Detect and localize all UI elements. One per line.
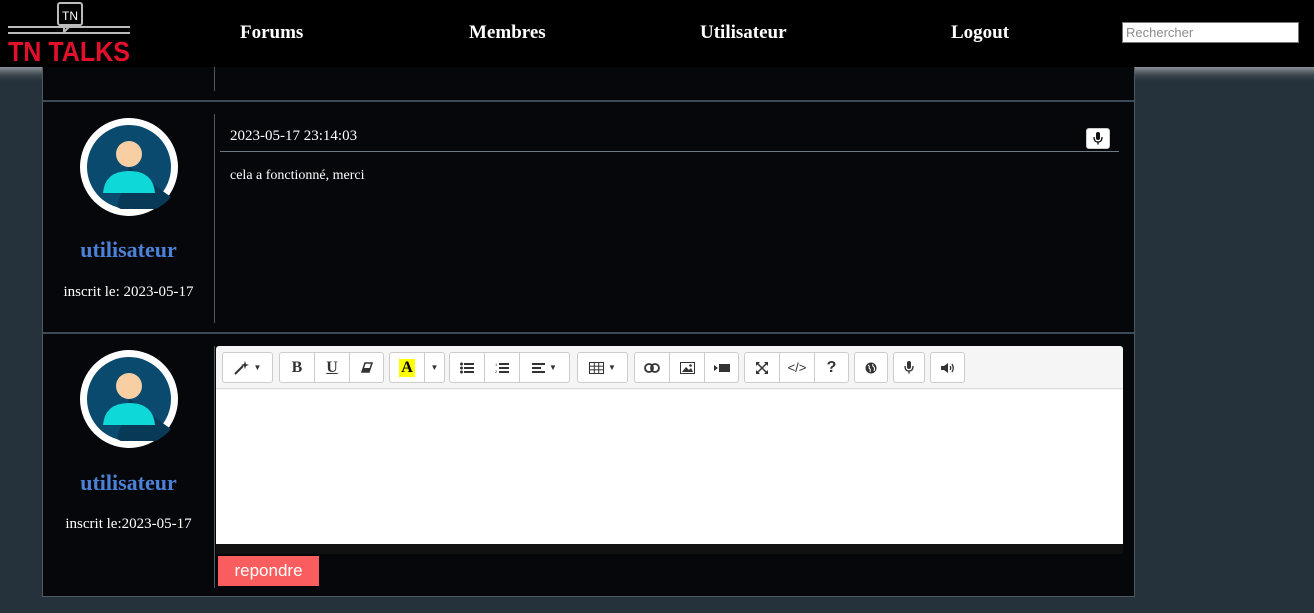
post-separator [43,100,1134,102]
speak-button[interactable] [930,352,965,383]
svg-text:2: 2 [495,369,498,374]
speaker-icon [940,362,954,373]
nav-utilisateur[interactable]: Utilisateur [700,22,787,44]
reply-author-name[interactable]: utilisateur [43,470,214,496]
underline-button[interactable]: U [314,352,350,383]
unordered-list-button[interactable] [449,352,485,383]
text-color-button[interactable]: A [389,352,425,383]
align-icon [532,362,546,373]
column-divider [214,346,215,588]
editor-resize-bar[interactable] [216,544,1123,554]
chevron-down-icon: ▼ [549,363,557,372]
nav-logout[interactable]: Logout [951,22,1009,44]
reply-button[interactable]: repondre [218,556,319,586]
svg-text:TN TALKS: TN TALKS [8,36,130,64]
unordered-list-icon [460,362,474,373]
image-icon [679,361,695,374]
table-button[interactable]: ▼ [577,352,628,383]
read-aloud-button[interactable] [1086,128,1110,149]
column-divider [214,67,215,91]
top-navbar: TN TN TALKS Forums Membres Utilisateur L… [0,0,1314,67]
reply-author-joined: inscrit le:2023-05-17 [65,516,192,532]
search-input[interactable] [1122,22,1299,43]
reply-textarea[interactable] [216,390,1123,544]
style-button[interactable]: ▼ [222,352,273,383]
avatar [80,118,178,216]
video-button[interactable] [704,352,739,383]
svg-text:TN: TN [62,9,78,23]
svg-text:1: 1 [495,362,498,367]
globe-icon [865,362,877,373]
avatar [80,350,178,448]
bold-button[interactable]: B [279,352,315,383]
column-divider [214,114,215,323]
chevron-down-icon: ▼ [430,363,439,372]
text-color-dropdown[interactable]: ▼ [424,352,445,383]
code-view-icon: </> [787,360,807,375]
help-icon: ? [826,358,837,376]
fullscreen-button[interactable] [744,352,780,383]
bold-icon: B [291,358,303,376]
paragraph-align-button[interactable]: ▼ [519,352,570,383]
translate-button[interactable] [854,352,888,383]
dictation-button[interactable] [893,352,925,383]
nav-membres[interactable]: Membres [469,22,546,44]
editor-toolbar: ▼ B U A ▼ 1 2 ▼ ▼ </> ? [216,346,1123,389]
eraser-icon [360,362,373,373]
chevron-down-icon: ▼ [608,363,616,372]
microphone-icon [904,361,914,374]
link-button[interactable] [634,352,670,383]
post-body: cela a fonctionné, merci [230,168,365,183]
user-avatar-icon [87,357,171,441]
underline-icon: U [326,358,338,376]
user-avatar-icon [87,125,171,209]
ordered-list-button[interactable]: 1 2 [484,352,520,383]
table-icon [589,361,605,374]
text-color-icon: A [399,358,415,377]
post-author-joined: inscrit le: 2023-05-17 [63,284,194,300]
chevron-down-icon: ▼ [253,363,262,372]
topic-container: utilisateur inscrit le: 2023-05-17 2023-… [42,67,1135,597]
video-icon [713,363,730,372]
fullscreen-icon [756,361,768,374]
post-header-divider [220,151,1119,152]
help-button[interactable]: ? [814,352,849,383]
microphone-icon [1093,132,1103,145]
tn-talks-logo[interactable]: TN TN TALKS [8,2,134,64]
code-view-button[interactable]: </> [779,352,815,383]
post-timestamp: 2023-05-17 23:14:03 [230,128,358,144]
image-button[interactable] [669,352,705,383]
rich-text-editor: ▼ B U A ▼ 1 2 ▼ ▼ </> ? [216,346,1123,554]
magic-icon [233,360,249,375]
ordered-list-icon: 1 2 [495,362,509,374]
clear-format-button[interactable] [349,352,384,383]
post-author-name[interactable]: utilisateur [43,237,214,263]
post-separator [43,332,1134,334]
link-icon [644,362,660,373]
nav-forums[interactable]: Forums [240,22,303,44]
